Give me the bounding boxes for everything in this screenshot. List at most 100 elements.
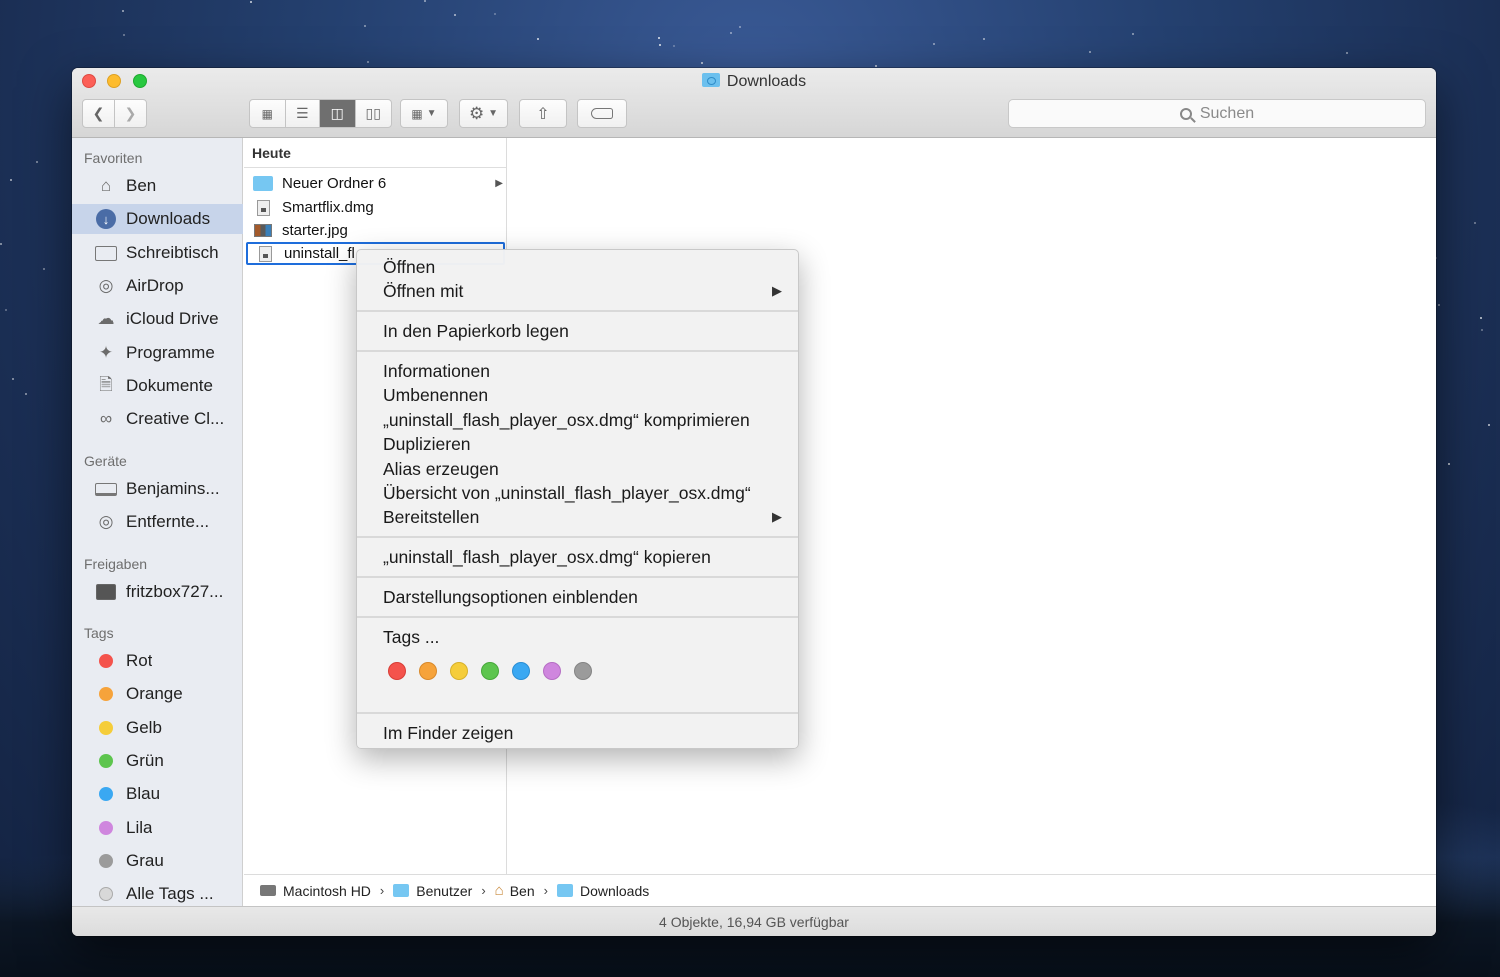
star [250, 1, 252, 3]
sidebar-tag-all[interactable]: Alle Tags ... [72, 879, 243, 909]
disc-icon: ◎ [98, 512, 114, 531]
tag-color-red[interactable] [388, 662, 406, 680]
star [43, 268, 45, 270]
menu-separator [357, 536, 798, 538]
file-row-starter[interactable]: starter.jpg [246, 219, 505, 242]
path-segment-benutzer[interactable]: Benutzer [393, 883, 472, 899]
status-bar: 4 Objekte, 16,94 GB verfügbar [72, 906, 1436, 936]
users-folder-icon [393, 884, 410, 897]
column-heading: Heute [244, 138, 506, 168]
chevron-down-icon: ▼ [426, 108, 437, 119]
tag-color-yellow[interactable] [450, 662, 468, 680]
status-text: 4 Objekte, 16,94 GB verfügbar [659, 913, 849, 930]
tag-dot-icon [93, 783, 119, 805]
sidebar-item-laptop[interactable]: Benjamins... [72, 474, 243, 504]
menu-item-share[interactable]: Bereitstellen ▶ [357, 505, 798, 529]
sidebar-item-programme[interactable]: ✦ Programme [72, 338, 243, 368]
menu-item-trash[interactable]: In den Papierkorb legen [357, 319, 798, 343]
cover-flow-button[interactable]: ▯▯ [356, 100, 391, 127]
star [537, 38, 539, 40]
arrange-button[interactable]: ▦ ▼ [400, 99, 448, 128]
path-segment-downloads[interactable]: Downloads [556, 883, 649, 899]
tag-color-orange[interactable] [419, 662, 437, 680]
star [1488, 424, 1490, 426]
star [36, 161, 38, 163]
star [367, 61, 369, 63]
forward-button[interactable]: ❯ [115, 100, 146, 127]
star [1132, 33, 1134, 35]
menu-item-compress[interactable]: „uninstall_flash_player_osx.dmg“ komprim… [357, 408, 798, 432]
tag-icon [591, 108, 613, 119]
window-title: Downloads [72, 73, 1436, 91]
tag-dot-icon [93, 750, 119, 772]
sidebar-item-ben[interactable]: ⌂ Ben [72, 171, 243, 201]
gear-icon: ⚙ [468, 103, 485, 123]
sidebar-heading-tags: Tags [84, 625, 114, 641]
tag-color-purple[interactable] [543, 662, 561, 680]
view-mode-control: ▦ ☰ ◫ ▯▯ [249, 99, 392, 128]
menu-item-duplicate[interactable]: Duplizieren [357, 432, 798, 456]
star [1481, 329, 1483, 331]
menu-item-info[interactable]: Informationen [357, 359, 798, 383]
sidebar-tag-grau[interactable]: Grau [72, 846, 243, 876]
back-button[interactable]: ❮ [83, 100, 115, 127]
action-button[interactable]: ⚙ ▼ [459, 99, 508, 128]
share-button[interactable]: ⇧ [519, 99, 567, 128]
sidebar-tag-orange[interactable]: Orange [72, 679, 243, 709]
search-icon [1179, 107, 1192, 120]
search-field[interactable]: Suchen [1008, 99, 1426, 128]
menu-separator [357, 712, 798, 714]
sidebar-item-schreibtisch[interactable]: Schreibtisch [72, 238, 243, 268]
star [1438, 304, 1440, 306]
star [494, 13, 496, 15]
path-separator-icon: › [379, 883, 385, 898]
downloads-folder-icon [701, 73, 720, 87]
list-view-button[interactable]: ☰ [286, 100, 321, 127]
sidebar-item-airdrop[interactable]: ◎ AirDrop [72, 271, 243, 301]
sidebar-item-creative-cloud[interactable]: ∞ Creative Cl... [72, 404, 243, 434]
tag-color-green[interactable] [481, 662, 499, 680]
arrange-grid-icon: ▦ [411, 106, 423, 121]
sidebar-item-icloud-drive[interactable]: ☁ iCloud Drive [72, 304, 243, 334]
star [701, 62, 703, 64]
menu-item-copy[interactable]: „uninstall_flash_player_osx.dmg“ kopiere… [357, 545, 798, 569]
icon-view-button[interactable]: ▦ [250, 100, 286, 127]
menu-item-alias[interactable]: Alias erzeugen [357, 457, 798, 481]
file-row-folder[interactable]: Neuer Ordner 6 ▶ [246, 172, 505, 195]
column-view-button[interactable]: ◫ [320, 100, 356, 127]
sidebar-tag-gruen[interactable]: Grün [72, 746, 243, 776]
star [875, 65, 877, 67]
menu-item-open[interactable]: Öffnen [357, 255, 798, 279]
column-view-icon: ◫ [330, 105, 344, 121]
search-placeholder: Suchen [1199, 104, 1255, 122]
edit-tags-button[interactable] [577, 99, 627, 128]
menu-item-rename[interactable]: Umbenennen [357, 383, 798, 407]
menu-item-quicklook[interactable]: Übersicht von „uninstall_flash_player_os… [357, 481, 798, 505]
star [658, 37, 660, 39]
path-segment-ben[interactable]: ⌂ Ben [495, 882, 535, 899]
star [0, 243, 2, 245]
cover-flow-icon: ▯▯ [365, 105, 381, 121]
path-segment-macintosh-hd[interactable]: Macintosh HD [260, 883, 371, 899]
menu-item-show-in-finder[interactable]: Im Finder zeigen [357, 721, 798, 745]
sidebar-tag-gelb[interactable]: Gelb [72, 713, 243, 743]
sidebar-item-fritzbox[interactable]: fritzbox727... [72, 577, 243, 607]
menu-item-open-with[interactable]: Öffnen mit ▶ [357, 279, 798, 303]
sidebar-item-dokumente[interactable]: 🗎 Dokumente [72, 371, 243, 401]
creative-cloud-icon: ∞ [99, 409, 113, 428]
downloads-folder-icon [556, 884, 573, 897]
sidebar-tag-blau[interactable]: Blau [72, 779, 243, 809]
tag-color-blue[interactable] [512, 662, 530, 680]
sidebar-tag-lila[interactable]: Lila [72, 813, 243, 843]
star [1480, 317, 1482, 319]
menu-item-view-options[interactable]: Darstellungsoptionen einblenden [357, 585, 798, 609]
chevron-down-icon: ▼ [488, 108, 499, 119]
file-row-smartflix[interactable]: Smartflix.dmg [246, 196, 505, 219]
menu-item-tags[interactable]: Tags ... [357, 625, 798, 649]
dmg-file-icon [254, 245, 276, 263]
monitor-icon [93, 581, 119, 603]
sidebar-item-remote-disc[interactable]: ◎ Entfernte... [72, 507, 243, 537]
sidebar-tag-rot[interactable]: Rot [72, 646, 243, 676]
tag-color-gray[interactable] [574, 662, 592, 680]
sidebar-item-downloads[interactable]: ↓ Downloads [72, 204, 243, 234]
